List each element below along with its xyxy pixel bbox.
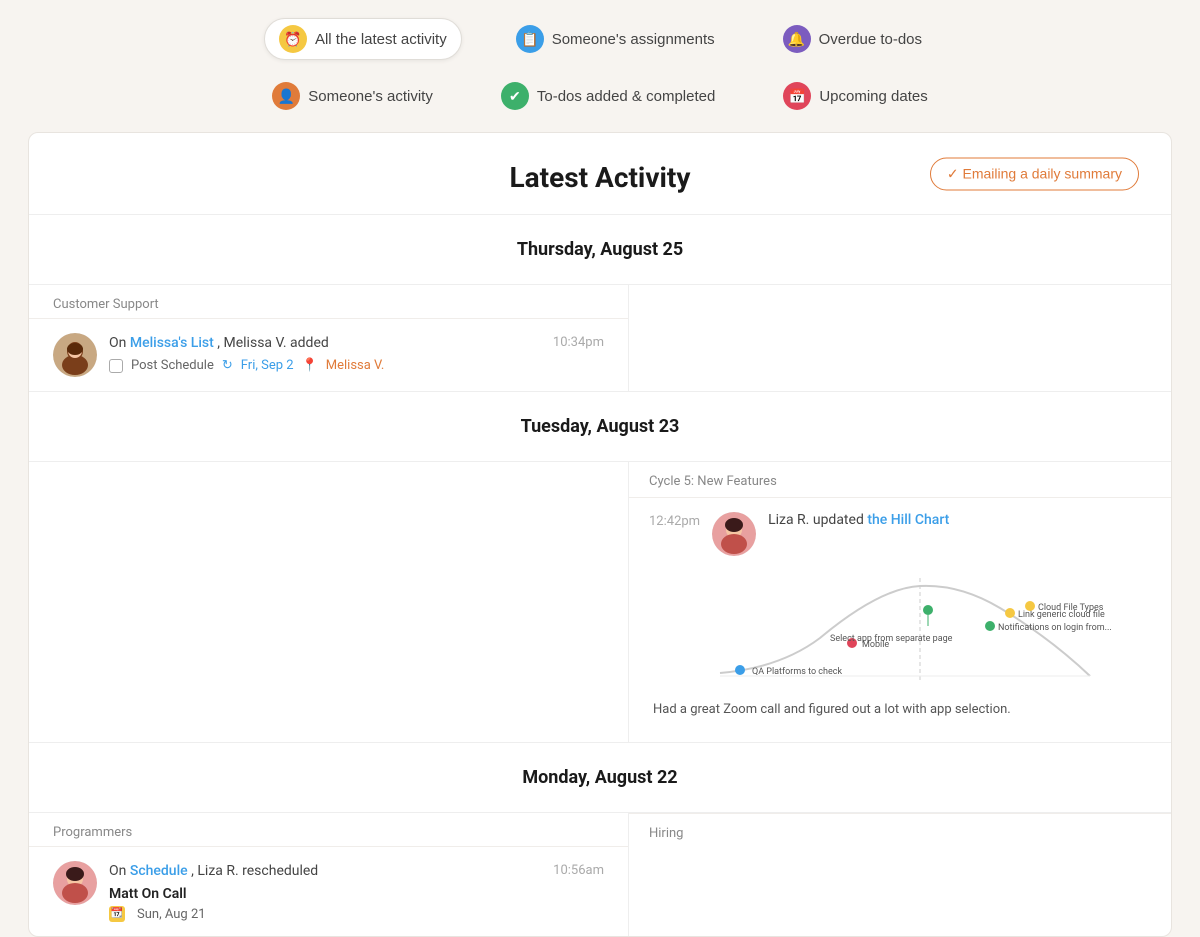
svg-text:QA Platforms to check: QA Platforms to check [752, 667, 842, 677]
cal-icon: 📆 [109, 906, 125, 922]
svg-text:Cloud File Types: Cloud File Types [1038, 603, 1104, 613]
filter-upcoming-label: Upcoming dates [819, 88, 927, 105]
avatar-liza [712, 512, 756, 556]
filter-overdue-label: Overdue to-dos [819, 31, 922, 48]
avatar-liza-prog [53, 861, 97, 905]
svg-text:Notifications on login from...: Notifications on login from... [998, 623, 1112, 633]
right-entry-liza: 12:42pm Liza R. updated the Hill C [629, 498, 1171, 734]
email-summary-label: ✓ Emailing a daily summary [947, 165, 1122, 182]
hill-chart-svg: QA Platforms to check Mobile Select app … [653, 568, 1147, 688]
entry-meta-liza-prog: 📆 Sun, Aug 21 [109, 906, 604, 922]
person-icon: 👤 [272, 82, 300, 110]
item-date-prog: Sun, Aug 21 [137, 907, 206, 922]
date-heading-thu: Thursday, August 25 [29, 215, 1171, 284]
filter-all-latest-label: All the latest activity [315, 31, 447, 48]
activity-right-tue: Cycle 5: New Features 12:42pm [629, 462, 1171, 742]
activity-layout-mon: Programmers On [29, 812, 1171, 936]
activity-layout-tue: Cycle 5: New Features 12:42pm [29, 461, 1171, 742]
update-note: Had a great Zoom call and figured out a … [649, 700, 1151, 720]
section-tue-aug23: Tuesday, August 23 Cycle 5: New Features… [29, 392, 1171, 742]
avatar-melissa [53, 333, 97, 377]
section-mon-aug22: Monday, August 22 Programmers [29, 743, 1171, 936]
bell-icon: 🔔 [783, 25, 811, 53]
activity-left-mon: Programmers On [29, 813, 629, 936]
clock-icon: ⏰ [279, 25, 307, 53]
project-label-customer-support: Customer Support [29, 285, 628, 319]
checkmark-icon: ✔ [501, 82, 529, 110]
entry-time-liza-prog: 10:56am [553, 861, 604, 878]
activity-left-thu: Customer Support [29, 285, 629, 391]
card-header: Latest Activity ✓ Emailing a daily summa… [29, 133, 1171, 215]
filter-activity-label: Someone's activity [308, 88, 433, 105]
activity-entry-liza-sched: On Schedule , Liza R. rescheduled 10:56a… [29, 847, 628, 936]
item-person: Melissa V. [326, 358, 385, 373]
activity-left-tue [29, 462, 629, 742]
main-card: Latest Activity ✓ Emailing a daily summa… [28, 132, 1172, 937]
entry-body-melissa: On Melissa's List , Melissa V. added 10:… [109, 333, 604, 373]
filter-someones-assignments[interactable]: 📋 Someone's assignments [502, 18, 729, 60]
hiring-label: Hiring [629, 813, 1171, 849]
refresh-icon: ↻ [222, 358, 233, 373]
date-heading-tue: Tuesday, August 23 [29, 392, 1171, 461]
melissa-list-link[interactable]: Melissa's List [130, 335, 214, 351]
page-title: Latest Activity [510, 161, 691, 194]
section-thu-aug25: Thursday, August 25 Customer Support [29, 215, 1171, 391]
filter-all-latest[interactable]: ⏰ All the latest activity [264, 18, 462, 60]
filter-someones-activity[interactable]: 👤 Someone's activity [258, 76, 447, 116]
hill-chart-link[interactable]: the Hill Chart [867, 512, 949, 528]
filter-nav: ⏰ All the latest activity 📋 Someone's as… [0, 0, 1200, 132]
liza-update-text: Liza R. updated the Hill Chart [768, 512, 949, 528]
activity-right-thu [629, 285, 1171, 391]
entry-suffix-prog: , Liza R. rescheduled [191, 863, 318, 879]
calendar-icon: 📅 [783, 82, 811, 110]
cycle-label-new-features: Cycle 5: New Features [629, 462, 1171, 498]
clipboard-icon: 📋 [516, 25, 544, 53]
filter-assignments-label: Someone's assignments [552, 31, 715, 48]
schedule-link[interactable]: Schedule [130, 863, 188, 879]
entry-prefix-prog: On [109, 863, 130, 879]
date-heading-mon: Monday, August 22 [29, 743, 1171, 812]
item-date: Fri, Sep 2 [241, 358, 294, 373]
activity-layout-thu: Customer Support [29, 284, 1171, 391]
svg-text:Select app from separate page: Select app from separate page [830, 634, 953, 644]
item-name: Post Schedule [131, 358, 214, 373]
entry-body-liza-prog: On Schedule , Liza R. rescheduled 10:56a… [109, 861, 604, 922]
email-summary-button[interactable]: ✓ Emailing a daily summary [930, 157, 1139, 190]
activity-right-mon: Hiring [629, 813, 1171, 936]
entry-meta-melissa: Post Schedule ↻ Fri, Sep 2 📍 Melissa V. [109, 358, 604, 373]
entry-time-melissa: 10:34pm [553, 333, 604, 350]
entry-suffix: , Melissa V. added [217, 335, 329, 351]
activity-entry-melissa: On Melissa's List , Melissa V. added 10:… [29, 319, 628, 391]
checkbox-icon [109, 359, 123, 373]
entry-time-liza: 12:42pm [649, 512, 700, 529]
filter-todos-label: To-dos added & completed [537, 88, 715, 105]
pin-icon: 📍 [302, 358, 318, 373]
filter-upcoming-dates[interactable]: 📅 Upcoming dates [769, 76, 941, 116]
entry-prefix: On [109, 335, 130, 351]
filter-todos-added[interactable]: ✔ To-dos added & completed [487, 76, 729, 116]
filter-overdue-todos[interactable]: 🔔 Overdue to-dos [769, 18, 936, 60]
project-label-programmers: Programmers [29, 813, 628, 847]
hill-chart: QA Platforms to check Mobile Select app … [649, 568, 1151, 688]
